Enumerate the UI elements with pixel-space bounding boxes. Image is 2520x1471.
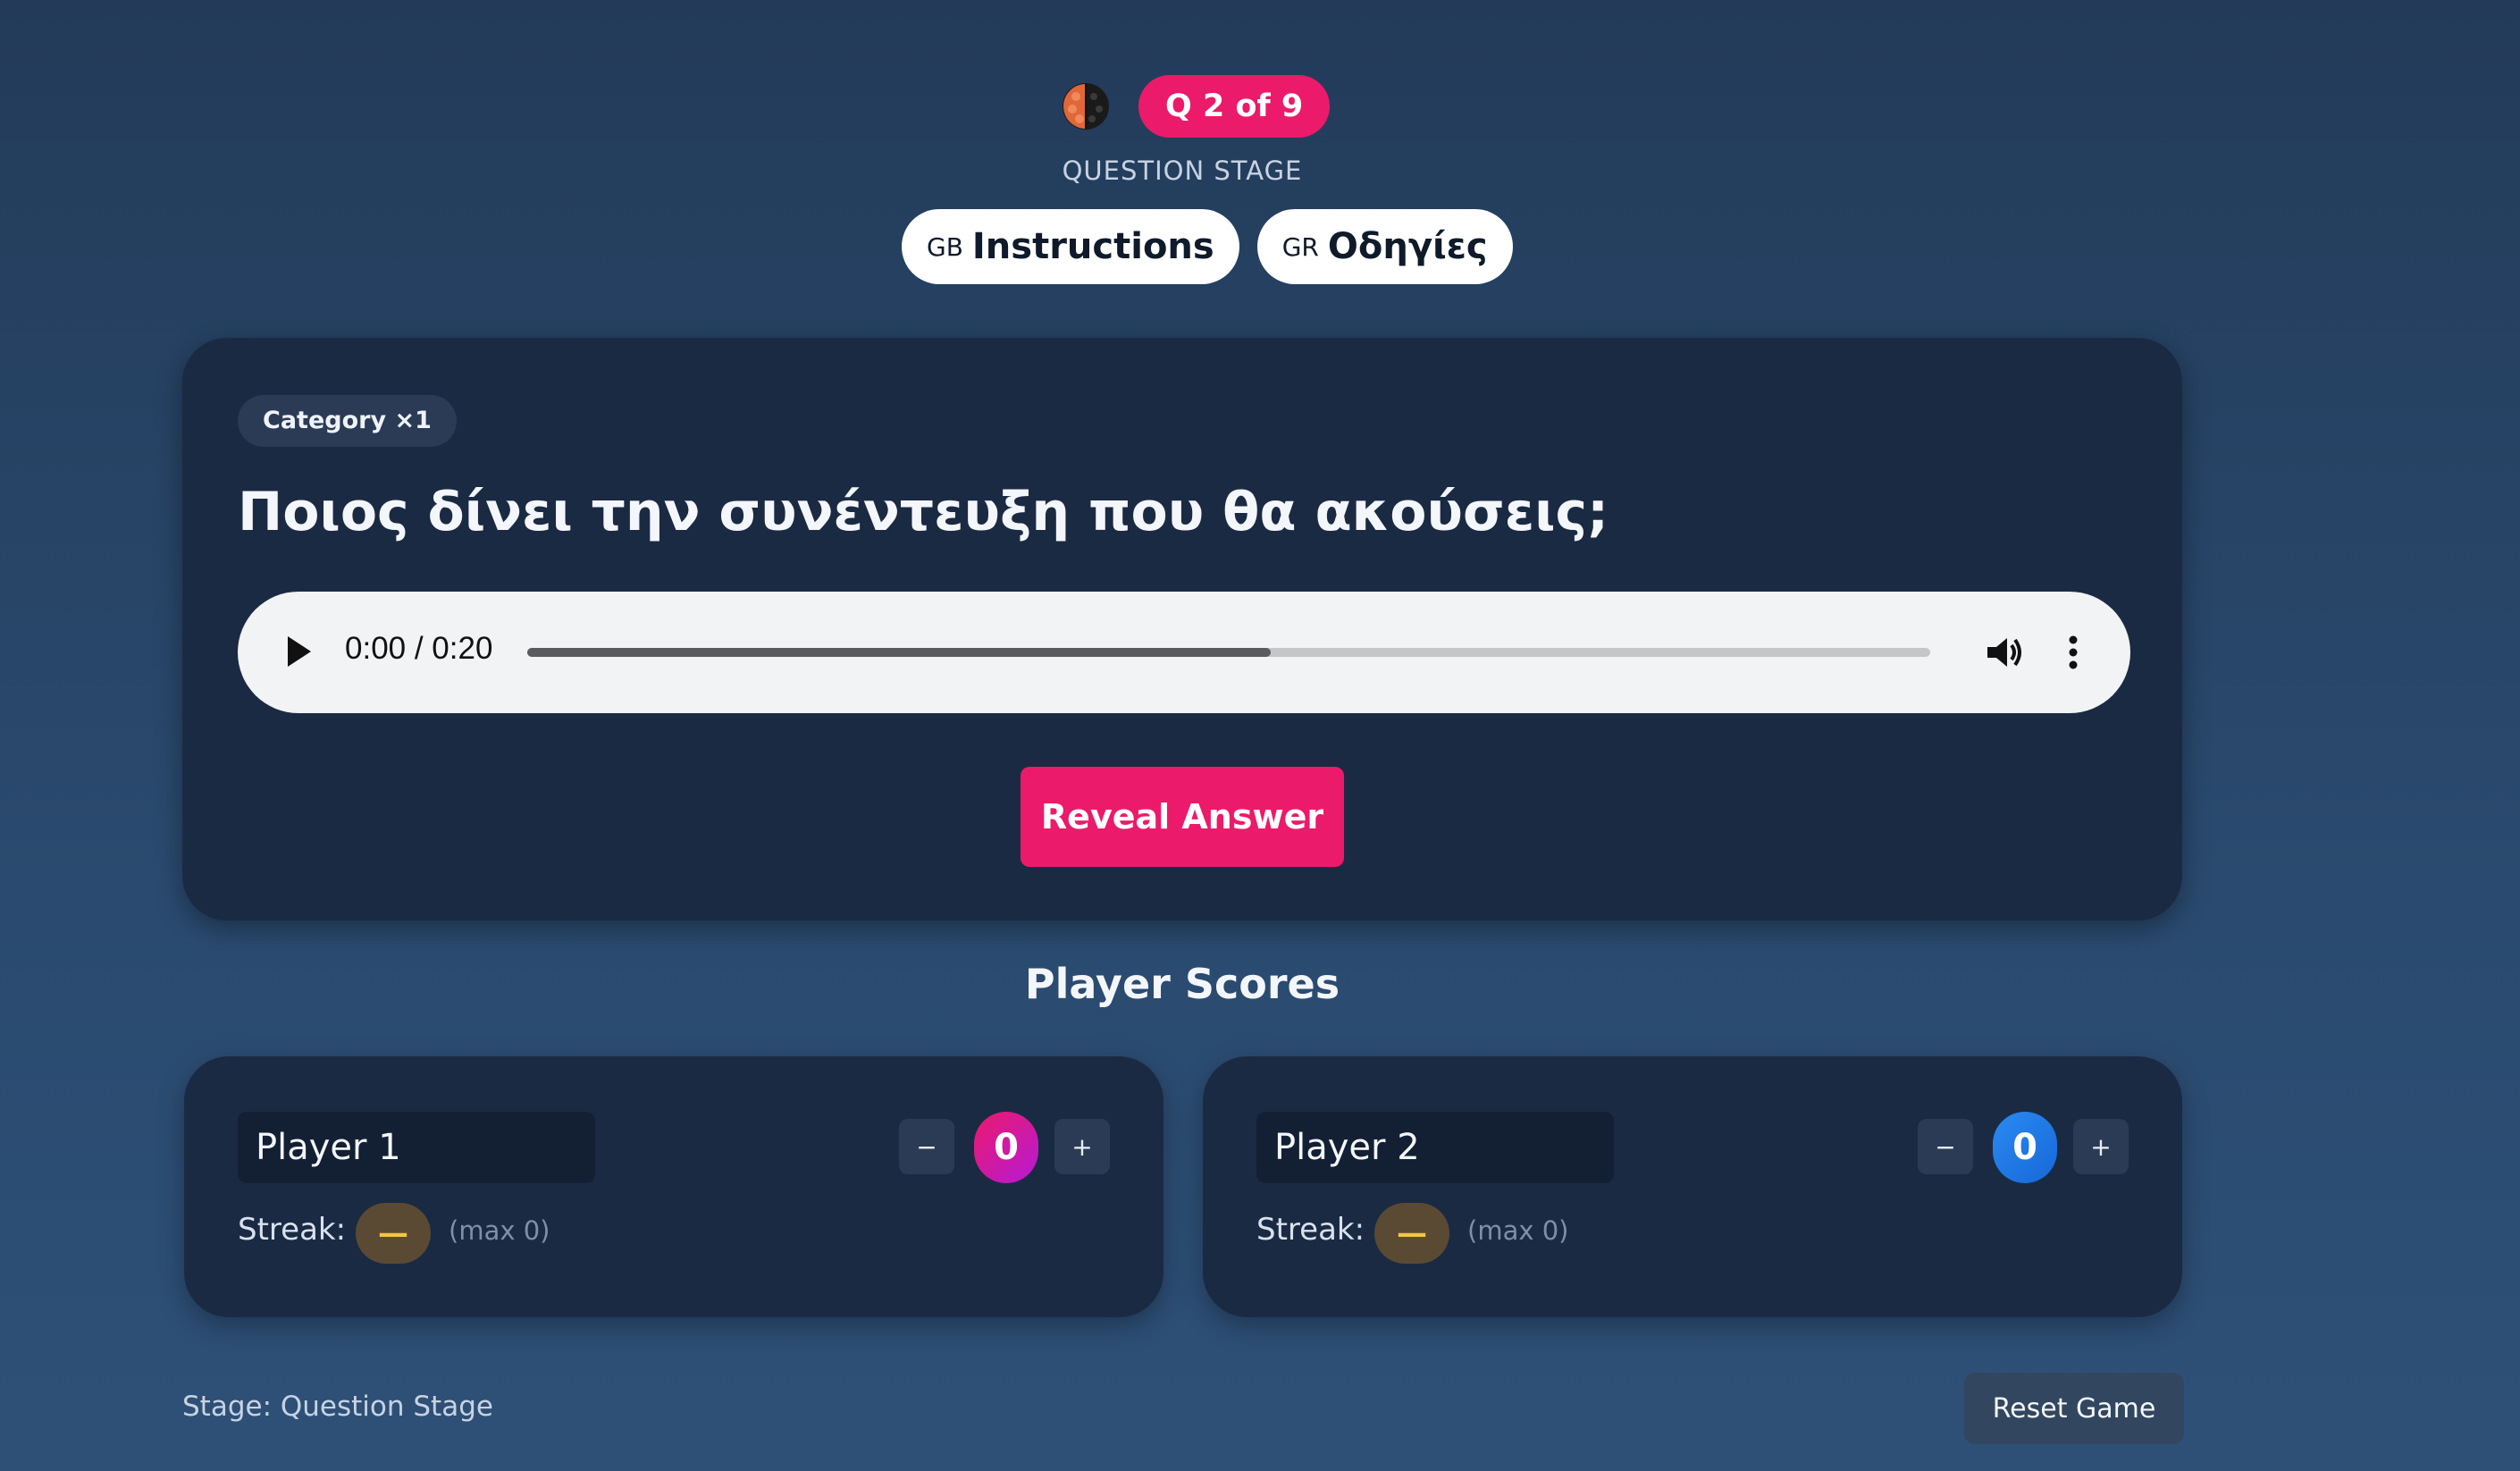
player-1-increase-button[interactable]: + — [1054, 1119, 1110, 1174]
player-scores-title: Player Scores — [1024, 960, 1340, 1008]
audio-player: 0:00 / 0:20 — [238, 592, 2130, 713]
brain-icon — [1063, 83, 1109, 130]
player-card-2: − 0 + Streak: — (max 0) — [1203, 1056, 2182, 1317]
question-card: Category ×1 Ποιος δίνει την συνέντευξη π… — [182, 338, 2182, 920]
streak-label: Streak: — [238, 1212, 347, 1248]
streak-label: Streak: — [1256, 1212, 1365, 1248]
player-1-score: 0 — [974, 1112, 1038, 1183]
volume-icon[interactable] — [1982, 631, 2025, 674]
language-code: GR — [1281, 231, 1319, 262]
category-badge: Category ×1 — [238, 395, 457, 447]
reset-game-button[interactable]: Reset Game — [1964, 1373, 2184, 1444]
header-row: Q 2 of 9 — [1060, 75, 1331, 138]
audio-buffered-fill — [527, 648, 1272, 657]
audio-time: 0:00 / 0:20 — [345, 631, 493, 666]
more-options-icon[interactable] — [2064, 631, 2082, 674]
reveal-answer-button[interactable]: Reveal Answer — [1021, 767, 1344, 867]
player-2-streak-badge: — — [1374, 1203, 1449, 1264]
player-2-increase-button[interactable]: + — [2073, 1119, 2129, 1174]
instructions-label: Οδηγίες — [1327, 226, 1488, 267]
instructions-label: Instructions — [971, 226, 1214, 267]
instructions-greek-button[interactable]: GR Οδηγίες — [1256, 209, 1513, 284]
player-2-score: 0 — [1993, 1112, 2057, 1183]
player-2-streak-max: (max 0) — [1467, 1215, 1569, 1246]
player-1-name-input[interactable] — [238, 1112, 595, 1183]
stage-footer-text: Stage: Question Stage — [182, 1391, 493, 1423]
instructions-english-button[interactable]: GB Instructions — [902, 209, 1239, 284]
player-card-1: − 0 + Streak: — (max 0) — [184, 1056, 1163, 1317]
instructions-buttons: GB Instructions GR Οδηγίες — [902, 209, 1513, 284]
audio-progress-track[interactable] — [527, 648, 1930, 657]
play-icon[interactable] — [288, 636, 311, 667]
player-1-streak-badge: — — [356, 1203, 431, 1264]
question-text: Ποιος δίνει την συνέντευξη που θα ακούσε… — [238, 481, 1609, 543]
player-1-decrease-button[interactable]: − — [899, 1119, 954, 1174]
stage-label: QUESTION STAGE — [1062, 156, 1303, 186]
player-2-decrease-button[interactable]: − — [1918, 1119, 1973, 1174]
player-1-streak-max: (max 0) — [449, 1215, 550, 1246]
question-counter-badge: Q 2 of 9 — [1138, 75, 1331, 138]
player-2-name-input[interactable] — [1256, 1112, 1614, 1183]
language-code: GB — [927, 231, 963, 262]
